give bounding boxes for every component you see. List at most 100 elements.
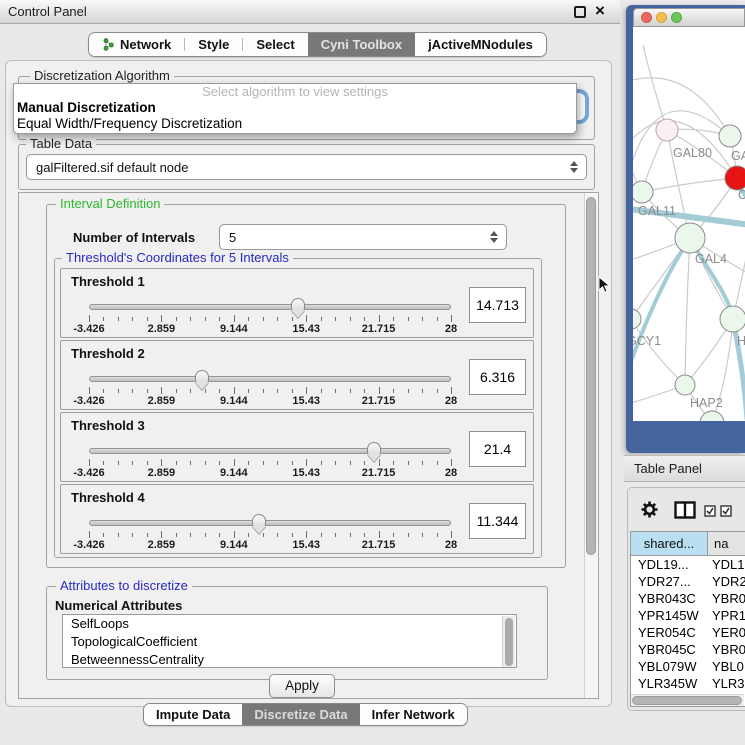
network-node-label[interactable]: GAL11 bbox=[638, 204, 676, 218]
tick-mark bbox=[132, 389, 133, 393]
screen: { "titlebar": { "title": "Control Panel"… bbox=[0, 0, 745, 745]
network-node-label[interactable]: GAL80 bbox=[673, 146, 712, 160]
network-node-label[interactable]: GA bbox=[731, 149, 745, 163]
network-canvas[interactable]: GAL80 GA C GAL11 GAL4 GCY1 H HAP2 bbox=[633, 27, 745, 421]
table-row[interactable]: YDR27...YDR2 bbox=[631, 573, 745, 590]
threshold-panel: Threshold 1 -3.4262.8599.14415.4321.7152… bbox=[60, 268, 534, 338]
table-row[interactable]: YER054CYER0 bbox=[631, 624, 745, 641]
float-window-icon[interactable] bbox=[574, 6, 586, 18]
mac-zoom-button[interactable] bbox=[671, 12, 682, 23]
network-node-label[interactable]: GAL4 bbox=[695, 252, 727, 266]
columns-icon[interactable] bbox=[674, 501, 696, 519]
slider-thumb[interactable] bbox=[195, 370, 209, 382]
tab-label: Style bbox=[198, 37, 229, 52]
tick-mark bbox=[393, 461, 394, 465]
network-node-label[interactable]: C bbox=[738, 188, 745, 202]
tick-mark bbox=[219, 317, 220, 321]
gear-icon[interactable] bbox=[640, 500, 659, 519]
table-cell-name: YPR1 bbox=[708, 607, 745, 624]
slider-thumb[interactable] bbox=[367, 442, 381, 454]
tick-mark bbox=[248, 533, 249, 537]
attribute-list-item[interactable]: TopologicalCoefficient bbox=[63, 633, 516, 651]
tick-label: 9.144 bbox=[220, 323, 248, 335]
table-row[interactable]: YBR043CYBR0 bbox=[631, 590, 745, 607]
mac-minimize-button[interactable] bbox=[656, 12, 667, 23]
tick-label: 2.859 bbox=[148, 539, 176, 551]
tab-cyni-toolbox[interactable]: Cyni Toolbox bbox=[308, 33, 415, 56]
number-of-intervals-combobox[interactable]: 5 bbox=[219, 224, 507, 250]
network-node[interactable] bbox=[720, 306, 745, 332]
bottom-tab-infer-network[interactable]: Infer Network bbox=[360, 704, 467, 725]
tick-mark bbox=[306, 459, 307, 466]
mac-close-button[interactable] bbox=[641, 12, 652, 23]
threshold-slider[interactable] bbox=[89, 376, 451, 382]
close-icon[interactable]: × bbox=[592, 0, 608, 24]
list-scrollbar-track[interactable] bbox=[502, 616, 515, 668]
tick-mark bbox=[451, 387, 452, 394]
numerical-attributes-list[interactable]: SelfLoopsTopologicalCoefficientBetweenne… bbox=[62, 614, 517, 668]
tab-jactivemnodules[interactable]: jActiveMNodules bbox=[415, 33, 546, 56]
tick-mark bbox=[147, 533, 148, 537]
slider-tick-labels: -3.4262.8599.14415.4321.71528 bbox=[89, 467, 451, 479]
table-row[interactable]: YBR045CYBR0 bbox=[631, 641, 745, 658]
tick-mark bbox=[379, 531, 380, 538]
tab-style[interactable]: Style bbox=[185, 33, 242, 56]
dropdown-item[interactable]: Manual Discretization bbox=[14, 100, 576, 116]
tick-mark bbox=[321, 389, 322, 393]
threshold-slider[interactable] bbox=[89, 448, 451, 454]
threshold-value-field[interactable]: 11.344 bbox=[469, 503, 526, 539]
tick-mark bbox=[234, 387, 235, 394]
horizontal-scrollbar-track[interactable] bbox=[631, 694, 744, 706]
threshold-slider[interactable] bbox=[89, 304, 451, 310]
column-header-shared-name[interactable]: shared... bbox=[631, 532, 708, 555]
table-cell-name: YLR3 bbox=[708, 675, 745, 692]
column-header-name[interactable]: na bbox=[708, 532, 745, 555]
network-edge bbox=[643, 45, 667, 130]
threshold-value-field[interactable]: 21.4 bbox=[469, 431, 526, 467]
bottom-tab-discretize-data[interactable]: Discretize Data bbox=[242, 704, 359, 725]
network-node[interactable] bbox=[719, 125, 741, 147]
tick-mark bbox=[277, 317, 278, 321]
table-row[interactable]: YBL079WYBL0 bbox=[631, 658, 745, 675]
tick-mark bbox=[321, 533, 322, 537]
network-node-label[interactable]: HAP2 bbox=[690, 396, 723, 410]
bottom-tab-impute-data[interactable]: Impute Data bbox=[144, 704, 242, 725]
network-node-label[interactable]: GCY1 bbox=[633, 334, 661, 348]
network-node[interactable] bbox=[675, 375, 695, 395]
number-of-intervals-label: Number of Intervals bbox=[73, 230, 195, 245]
attribute-list-item[interactable]: BetweennessCentrality bbox=[63, 651, 516, 668]
threshold-slider[interactable] bbox=[89, 520, 451, 526]
apply-button[interactable]: Apply bbox=[269, 674, 335, 698]
tab-label: Cyni Toolbox bbox=[321, 37, 402, 52]
tick-mark bbox=[379, 459, 380, 466]
table-panel-titlebar: Table Panel bbox=[624, 455, 745, 482]
tick-mark bbox=[248, 317, 249, 321]
network-node[interactable] bbox=[656, 119, 678, 141]
threshold-value-field[interactable]: 14.713 bbox=[469, 287, 526, 323]
table-row[interactable]: YPR145WYPR1 bbox=[631, 607, 745, 624]
slider-thumb[interactable] bbox=[291, 298, 305, 310]
list-scrollbar-thumb[interactable] bbox=[505, 618, 513, 666]
vertical-scrollbar-thumb[interactable] bbox=[586, 197, 596, 555]
tick-label: 21.715 bbox=[362, 395, 396, 407]
horizontal-scrollbar-thumb[interactable] bbox=[632, 696, 742, 705]
attribute-list-item[interactable]: SelfLoops bbox=[63, 615, 516, 633]
threshold-value-field[interactable]: 6.316 bbox=[469, 359, 526, 395]
slider-tick-labels: -3.4262.8599.14415.4321.71528 bbox=[89, 323, 451, 335]
tick-mark bbox=[219, 533, 220, 537]
slider-thumb[interactable] bbox=[252, 514, 266, 526]
table-row[interactable]: YLR345WYLR3 bbox=[631, 675, 745, 692]
tab-network[interactable]: Network bbox=[89, 33, 184, 56]
network-node-label[interactable]: H bbox=[737, 334, 745, 348]
network-node[interactable] bbox=[633, 181, 653, 203]
tab-select[interactable]: Select bbox=[243, 33, 307, 56]
network-node[interactable] bbox=[675, 223, 705, 253]
select-columns-checkboxes-icon[interactable] bbox=[704, 505, 734, 517]
network-node[interactable] bbox=[725, 166, 745, 190]
dropdown-item[interactable]: Equal Width/Frequency Discretization bbox=[14, 116, 576, 132]
table-row[interactable]: YDL19...YDL1 bbox=[631, 556, 745, 573]
table-data-combobox[interactable]: galFiltered.sif default node bbox=[26, 154, 587, 180]
tick-mark bbox=[306, 387, 307, 394]
network-node[interactable] bbox=[633, 309, 641, 329]
table-cell-shared-name: YLR345W bbox=[631, 675, 708, 692]
